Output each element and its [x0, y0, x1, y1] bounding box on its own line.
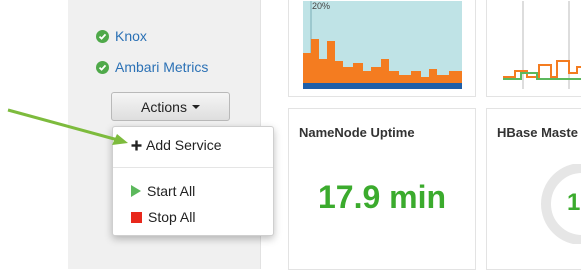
menu-item-label: Add Service [146, 137, 222, 153]
menu-item-label: Stop All [148, 209, 196, 225]
caret-down-icon [191, 104, 200, 109]
hbase-master-widget[interactable]: HBase Maste 19 [486, 108, 581, 270]
menu-item-add-service[interactable]: Add Service [131, 137, 221, 153]
area-chart: 20% [303, 1, 462, 89]
service-label: Ambari Metrics [115, 59, 209, 75]
chart-axis-label: 20% [312, 1, 330, 11]
menu-item-stop-all[interactable]: Stop All [131, 209, 195, 225]
namenode-uptime-widget[interactable]: NameNode Uptime 17.9 min [288, 108, 476, 270]
check-circle-icon [96, 60, 109, 74]
annotation-arrow-icon [7, 108, 128, 145]
metric-widget-chart[interactable]: 20% [288, 0, 476, 97]
menu-divider [113, 167, 273, 168]
widget-title: NameNode Uptime [299, 125, 415, 140]
menu-item-start-all[interactable]: Start All [131, 183, 195, 199]
chart-series-blue [303, 83, 462, 89]
play-icon [131, 185, 141, 197]
sidebar-item-ambari-metrics[interactable]: Ambari Metrics [96, 59, 208, 75]
hbase-value: 19 [567, 189, 581, 216]
menu-item-label: Start All [147, 183, 196, 199]
actions-button-label: Actions [141, 98, 187, 115]
widget-title: HBase Maste [497, 125, 578, 140]
service-label: Knox [115, 28, 147, 44]
metric-widget-line-chart[interactable] [486, 0, 581, 97]
uptime-value: 17.9 min [317, 179, 447, 215]
line-chart [503, 1, 581, 89]
check-circle-icon [96, 29, 109, 43]
sidebar-item-knox[interactable]: Knox [96, 28, 147, 44]
stop-icon [131, 211, 142, 223]
